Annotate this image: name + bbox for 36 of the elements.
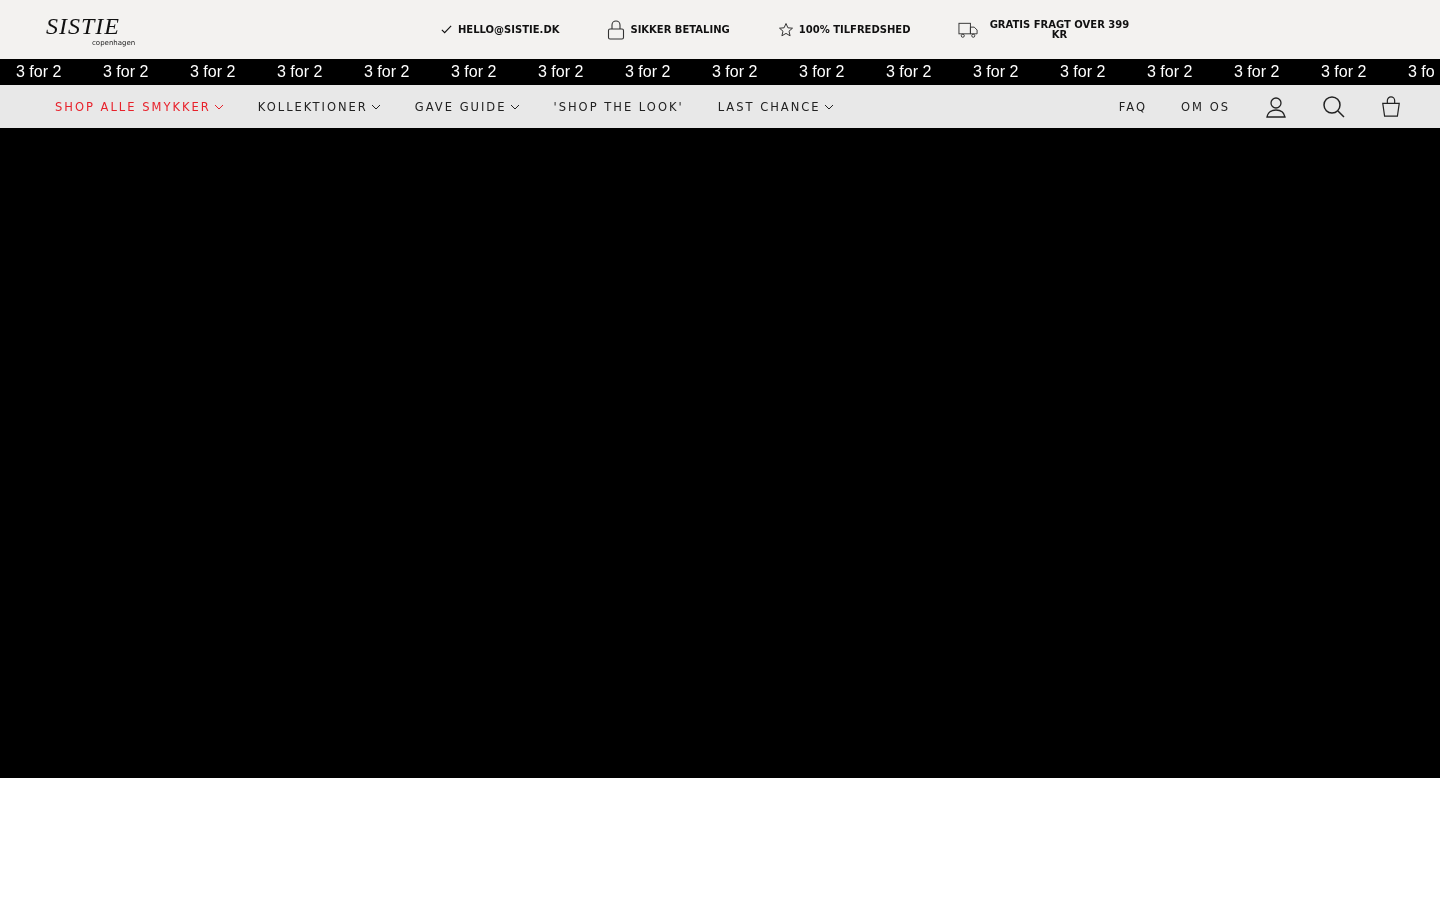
nav-link[interactable]: SHOP ALLE SMYKKER bbox=[55, 99, 224, 114]
promo-text: 3 for 2 bbox=[1234, 63, 1281, 81]
promo-text: 3 for 2 bbox=[1321, 63, 1368, 81]
check-icon bbox=[440, 23, 453, 36]
promo-text: 3 for 2 bbox=[451, 63, 498, 81]
nav-link[interactable]: GAVE GUIDE bbox=[414, 99, 520, 114]
truck-icon bbox=[958, 20, 980, 39]
promo-text: 3 for 2 bbox=[277, 63, 324, 81]
nav-link[interactable]: 'SHOP THE LOOK' bbox=[553, 99, 684, 114]
star-icon bbox=[777, 21, 794, 38]
promo-text: 3 for 2 bbox=[625, 63, 672, 81]
lock-icon bbox=[607, 19, 626, 40]
promo-text: 3 fo bbox=[1408, 63, 1436, 81]
nav-link[interactable]: LAST CHANCE bbox=[717, 99, 834, 114]
promo-text: 3 for 2 bbox=[799, 63, 846, 81]
promo-text: 3 for 2 bbox=[16, 63, 63, 81]
usp-text: SIKKER BETALING bbox=[630, 24, 730, 35]
promo-text: 3 for 2 bbox=[973, 63, 1020, 81]
promo-text: 3 for 2 bbox=[364, 63, 411, 81]
nav-link[interactable]: FAQ bbox=[1118, 99, 1147, 114]
bag-icon[interactable] bbox=[1380, 94, 1402, 119]
search-icon[interactable] bbox=[1322, 94, 1346, 119]
account-icon[interactable] bbox=[1264, 94, 1288, 119]
nav-link[interactable]: KOLLEKTIONER bbox=[257, 99, 381, 114]
promo-text: 3 for 2 bbox=[1060, 63, 1107, 81]
usp-text: HELLO@SISTIE.DK bbox=[458, 24, 560, 35]
promo-text: 3 for 2 bbox=[538, 63, 585, 81]
promo-text: 3 for 2 bbox=[190, 63, 237, 81]
promo-text: 3 for 2 bbox=[103, 63, 150, 81]
usp-text: 100% TILFREDSHED bbox=[798, 24, 911, 35]
promo-text: 3 for 2 bbox=[886, 63, 933, 81]
promo-text: 3 for 2 bbox=[712, 63, 759, 81]
nav-link[interactable]: OM OS bbox=[1181, 99, 1230, 114]
usp-text: GRATIS FRAGT OVER 399 KR bbox=[988, 19, 1131, 40]
promo-text: 3 for 2 bbox=[1147, 63, 1194, 81]
logo-name: SISTIE bbox=[46, 12, 120, 39]
